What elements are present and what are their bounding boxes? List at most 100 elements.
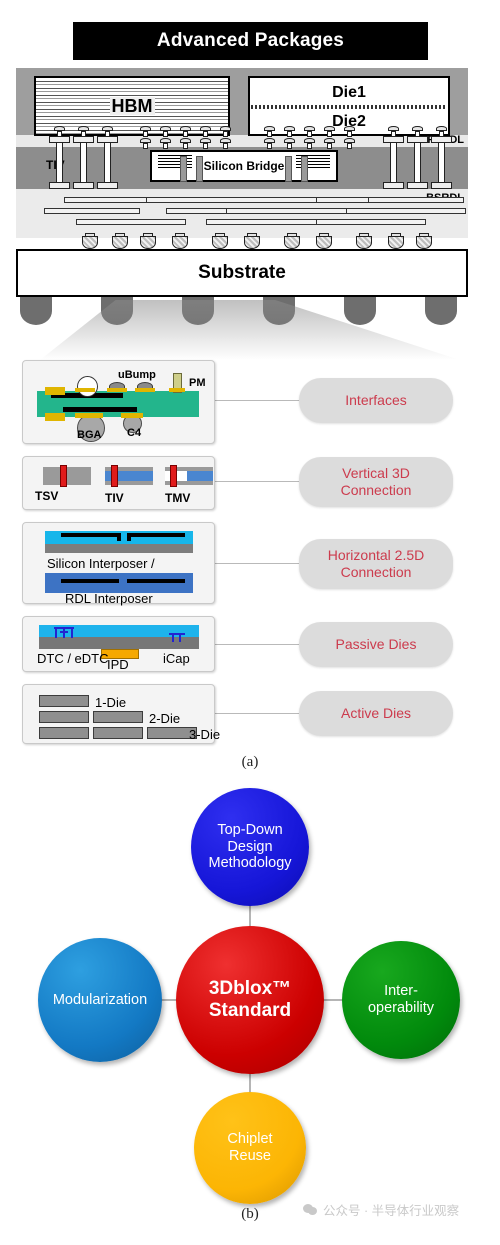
microbump-lower-2	[160, 138, 171, 149]
caption-a: (a)	[241, 754, 259, 770]
microbump-11	[304, 126, 315, 137]
tiv-column-2	[80, 142, 87, 184]
tmv-body-blue	[187, 467, 213, 485]
microbump-13	[344, 126, 355, 137]
ubump-pad-1	[75, 388, 95, 392]
node-bottom-text: Chiplet Reuse	[227, 1131, 272, 1164]
tiv-cap-bottom-5	[407, 182, 428, 189]
microbump-lower-3	[180, 138, 191, 149]
silicon-bridge-label: Silicon Bridge	[203, 159, 285, 173]
bga-ball-1	[20, 297, 52, 325]
interface-bump-outline	[77, 376, 98, 397]
node-right-line1: Inter-	[384, 983, 418, 1000]
tiv-sample	[105, 465, 153, 487]
microbump-lower-7	[284, 138, 295, 149]
microbump-lower-6	[264, 138, 275, 149]
c4-label: C4	[127, 427, 142, 439]
microbump-10	[284, 126, 295, 137]
node-top-line1: Top-Down	[217, 821, 283, 838]
node-modularization: Modularization	[38, 938, 162, 1062]
active-die-2b	[93, 711, 143, 723]
c4-bump-6	[244, 236, 260, 249]
pill-interfaces-label: Interfaces	[345, 392, 407, 409]
tiv-column-3	[104, 142, 111, 184]
node-3dblox-standard: 3Dblox™ Standard	[176, 926, 324, 1074]
connector-line-2	[215, 481, 301, 482]
icap-structure	[169, 630, 185, 642]
two-die-label: 2-Die	[149, 711, 181, 726]
c4-bump-4	[172, 236, 188, 249]
pill-horizontal-25d: Horizontal 2.5D Connection	[299, 539, 453, 589]
bsrdl-trace-6	[226, 208, 366, 214]
si-trace-via-l	[117, 533, 121, 541]
node-top-down-design-methodology: Top-Down Design Methodology	[191, 788, 309, 906]
one-die-label: 1-Die	[95, 695, 127, 710]
rdl-trace-left	[61, 579, 119, 583]
tsv-sample	[43, 465, 91, 487]
legend-panel-vertical-3d: TSV TIV TMV	[22, 456, 215, 510]
pill-passive-dies: Passive Dies	[299, 622, 453, 667]
node-center-line1: 3Dblox™	[208, 978, 292, 1000]
node-top-line3: Methodology	[208, 855, 292, 872]
microbump-lower-10	[344, 138, 355, 149]
bsrdl-trace-11	[316, 219, 426, 225]
tmv-sample	[165, 465, 213, 487]
microbump-12	[324, 126, 335, 137]
c4-bump-1	[82, 236, 98, 249]
tsv-body	[43, 467, 91, 485]
tsv-via	[60, 465, 67, 487]
microbump-lower-4	[200, 138, 211, 149]
tiv-cap-bottom-3	[97, 182, 118, 189]
tsv-sample-label: TSV	[35, 489, 59, 503]
wechat-icon	[303, 1203, 318, 1216]
icap-label: iCap	[163, 651, 190, 666]
silicon-interposer-label: Silicon Interposer /	[47, 556, 155, 571]
ubump-pad-3	[135, 388, 155, 392]
silicon-bridge: Silicon Bridge	[150, 150, 338, 182]
tiv-column-5	[414, 142, 421, 184]
package-title-banner: Advanced Packages	[73, 22, 428, 60]
pill-vertical-3d-line2: Connection	[340, 482, 412, 498]
die1-label: Die1	[332, 83, 366, 101]
tiv-column-6	[438, 142, 445, 184]
hbm-label: HBM	[109, 96, 155, 116]
bsrdl-trace-8	[346, 208, 466, 214]
si-trace-via-r	[127, 533, 131, 541]
c4-bump-8	[316, 236, 332, 249]
c4-bump-3	[140, 236, 156, 249]
node-right-text: Inter- operability	[368, 983, 434, 1016]
bga-label: BGA	[77, 429, 102, 441]
bga-ball-6	[425, 297, 457, 325]
dtc-icon	[54, 627, 74, 638]
bsrdl-trace-9	[76, 219, 186, 225]
microbump-6	[180, 126, 191, 137]
node-interoperability: Inter- operability	[342, 941, 460, 1059]
tiv-sample-label: TIV	[105, 491, 124, 505]
watermark-text: 公众号 · 半导体行业观察	[323, 1204, 460, 1218]
pm-label: PM	[189, 377, 206, 389]
legend-panel-horizontal-25d: Silicon Interposer / RDL Interposer	[22, 522, 215, 606]
bga-ball-5	[344, 297, 376, 325]
node-center-text: 3Dblox™ Standard	[209, 978, 291, 1022]
pm-pad	[169, 388, 185, 392]
connector-line-5	[215, 713, 301, 714]
pill-interfaces: Interfaces	[299, 378, 453, 423]
microbump-7	[200, 126, 211, 137]
c4-bump-11	[416, 236, 432, 249]
pill-horizontal-25d-line2: Connection	[340, 564, 412, 580]
dtc-label: DTC / eDTC	[37, 651, 109, 666]
interface-pad-left-top	[45, 387, 65, 395]
icap-icon	[169, 633, 185, 642]
pill-active-dies: Active Dies	[299, 691, 453, 736]
pill-passive-dies-label: Passive Dies	[335, 636, 417, 653]
substrate-block: Substrate	[16, 249, 468, 297]
microbump-lower-9	[324, 138, 335, 149]
ubump-label: uBump	[118, 369, 156, 381]
connector-line-1	[215, 400, 301, 401]
interface-trace-bottom	[63, 407, 137, 412]
pill-horizontal-25d-line1: Horizontal 2.5D	[327, 547, 425, 564]
si-trace-right	[127, 533, 185, 537]
microbump-9	[264, 126, 275, 137]
rdl-trace-right	[127, 579, 185, 583]
figure-root: Advanced Packages HBM Die1 Die2 FSRDL BS…	[0, 0, 500, 1245]
